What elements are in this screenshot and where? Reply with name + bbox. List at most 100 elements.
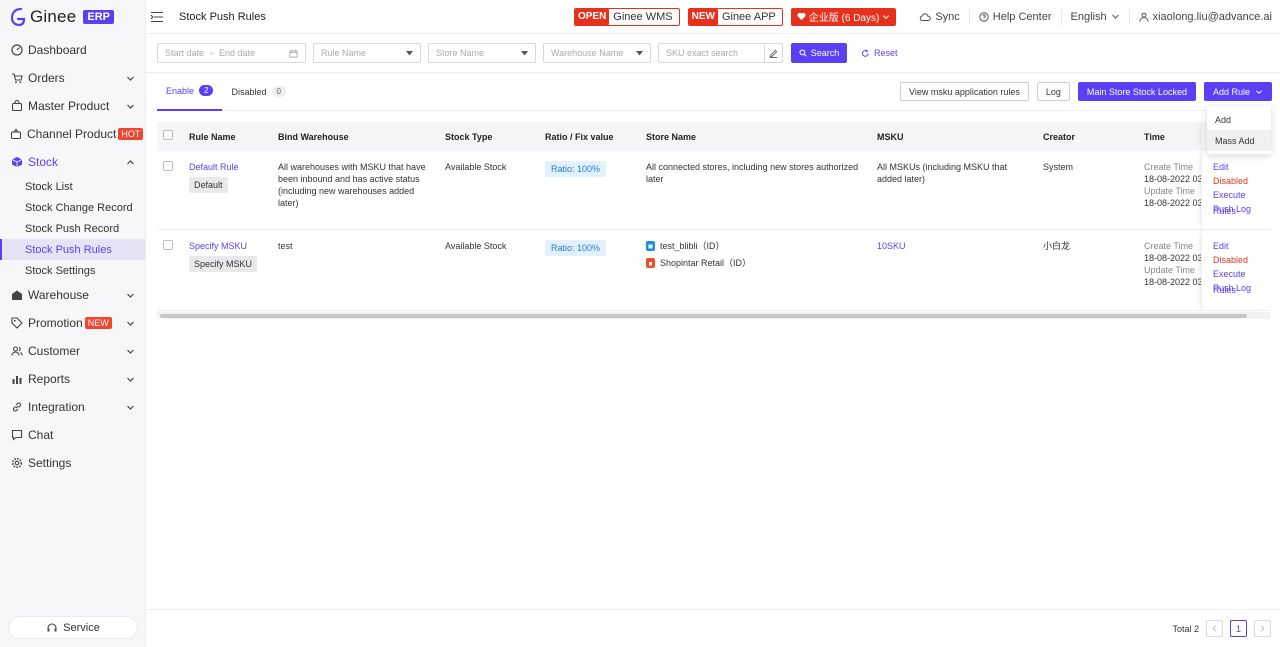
- operations-cell: Edit Disabled Execute Rules Push Log: [1201, 230, 1270, 310]
- sidebar-item-promotion[interactable]: Promotion NEW: [0, 309, 145, 337]
- search-icon: [799, 49, 807, 57]
- view-msku-rules-button[interactable]: View msku application rules: [899, 82, 1029, 101]
- edit-icon[interactable]: [764, 44, 782, 62]
- scrollbar-thumb[interactable]: [160, 314, 1247, 318]
- tab-enable[interactable]: Enable 2: [157, 73, 223, 111]
- menu-item-mass-add[interactable]: Mass Add: [1207, 130, 1271, 151]
- push-log-link[interactable]: Push Log: [1213, 201, 1270, 217]
- service-button[interactable]: Service: [8, 616, 138, 639]
- sidebar-item-dashboard[interactable]: Dashboard: [0, 36, 145, 64]
- sidebar-label: Orders: [28, 71, 65, 85]
- user-icon: [1139, 12, 1149, 22]
- page-button[interactable]: 1: [1230, 620, 1247, 637]
- tab-count: 0: [271, 86, 286, 97]
- rule-name-select[interactable]: Rule Name: [313, 43, 421, 63]
- column-header: MSKU: [877, 131, 904, 142]
- push-log-link[interactable]: Push Log: [1213, 280, 1270, 296]
- sidebar-label: Master Product: [28, 99, 110, 113]
- ginee-wms-button[interactable]: OPEN Ginee WMS: [573, 7, 680, 26]
- sidebar-subitem-stock-push-rules[interactable]: Stock Push Rules: [0, 239, 145, 260]
- rule-name-link[interactable]: Specify MSKU: [189, 240, 278, 252]
- language-select[interactable]: English: [1062, 8, 1130, 25]
- column-header: Time: [1144, 131, 1165, 142]
- store-name-select[interactable]: Store Name: [428, 43, 536, 63]
- link-icon: [10, 401, 23, 414]
- caret-down-icon: [406, 50, 413, 55]
- sidebar-item-stock[interactable]: Stock: [0, 148, 145, 176]
- sidebar: Ginee ERP Dashboard Orders Master Produc…: [0, 0, 146, 647]
- tab-disabled[interactable]: Disabled 0: [222, 73, 294, 111]
- horizontal-scrollbar[interactable]: [157, 312, 1270, 319]
- sidebar-subitem-stock-settings[interactable]: Stock Settings: [0, 260, 145, 281]
- sidebar-subitem-stock-change-record[interactable]: Stock Change Record: [0, 197, 145, 218]
- add-rule-button[interactable]: Add Rule: [1203, 82, 1272, 101]
- app-label: Ginee APP: [721, 10, 776, 23]
- row-checkbox[interactable]: [163, 240, 173, 250]
- rule-name-link[interactable]: Default Rule: [189, 161, 278, 173]
- prev-page-button[interactable]: [1206, 620, 1223, 637]
- sidebar-label: Stock: [28, 155, 59, 169]
- select-all-checkbox[interactable]: [163, 130, 173, 140]
- sidebar-label: Warehouse: [28, 288, 89, 302]
- enterprise-plan-button[interactable]: 企业版 (6 Days): [790, 7, 897, 26]
- channel-icon: [10, 128, 22, 141]
- ginee-app-button[interactable]: NEW Ginee APP: [687, 7, 783, 26]
- stock-type-cell: Available Stock: [445, 162, 507, 172]
- next-page-button[interactable]: [1254, 620, 1271, 637]
- sidebar-item-warehouse[interactable]: Warehouse: [0, 281, 145, 309]
- store-entry: test_blibli（ID）: [646, 240, 869, 252]
- ratio-cell: Ratio: 100%: [545, 230, 646, 310]
- chevron-left-icon: [1212, 625, 1217, 632]
- store-name-placeholder: Store Name: [436, 48, 485, 58]
- sidebar-item-chat[interactable]: Chat: [0, 421, 145, 449]
- bind-warehouse-cell: test: [278, 241, 293, 251]
- new-tag: NEW: [688, 8, 718, 25]
- reset-icon: [862, 49, 869, 57]
- brand-name: Ginee: [30, 7, 77, 26]
- rules-table: Rule Name Bind Warehouse Stock Type Rati…: [157, 122, 1270, 311]
- column-header: Stock Type: [445, 131, 493, 142]
- search-button[interactable]: Search: [791, 43, 847, 63]
- msku-cell: All MSKUs (including MSKU that added lat…: [877, 162, 1008, 184]
- sidebar-subitem-stock-list[interactable]: Stock List: [0, 176, 145, 197]
- help-label: Help Center: [992, 10, 1052, 23]
- row-checkbox[interactable]: [163, 161, 173, 171]
- sidebar-item-orders[interactable]: Orders: [0, 64, 145, 92]
- logo[interactable]: Ginee ERP: [0, 0, 145, 34]
- chevron-down-icon: [1111, 14, 1119, 19]
- sidebar-item-integration[interactable]: Integration: [0, 393, 145, 421]
- rule-name-placeholder: Rule Name: [321, 48, 367, 58]
- main-nav: Dashboard Orders Master Product Channel …: [0, 34, 145, 477]
- sidebar-item-master-product[interactable]: Master Product: [0, 92, 145, 120]
- sku-search-input[interactable]: SKU exact search: [658, 43, 783, 63]
- menu-item-add[interactable]: Add: [1207, 109, 1271, 130]
- menu-fold-icon[interactable]: [150, 11, 164, 23]
- brand-badge: ERP: [83, 10, 114, 24]
- user-menu[interactable]: xiaolong.liu@advance.ai: [1130, 9, 1280, 25]
- sidebar-subitem-stock-push-record[interactable]: Stock Push Record: [0, 218, 145, 239]
- reset-button[interactable]: Reset: [861, 48, 898, 58]
- rule-tag: Specify MSKU: [189, 256, 258, 272]
- sidebar-item-customer[interactable]: Customer: [0, 337, 145, 365]
- help-center-link[interactable]: Help Center: [970, 8, 1062, 25]
- log-button[interactable]: Log: [1036, 82, 1070, 101]
- end-date-placeholder: End date: [219, 48, 256, 58]
- top-right-group: OPEN Ginee WMS NEW Ginee APP 企业版 (6 Days…: [573, 0, 1280, 33]
- sidebar-label: Settings: [28, 456, 72, 470]
- add-rule-menu: Add Mass Add: [1207, 106, 1271, 154]
- chevron-down-icon: [127, 76, 134, 81]
- main-store-stock-locked-button[interactable]: Main Store Stock Locked: [1077, 82, 1196, 101]
- time-cell: Create Time 18-08-2022 03 Update Time 18…: [1144, 230, 1201, 310]
- date-range-picker[interactable]: Start date - End date: [157, 43, 306, 63]
- sidebar-item-settings[interactable]: Settings: [0, 449, 145, 477]
- tab-label: Enable: [166, 85, 195, 96]
- chevron-down-icon: [883, 14, 890, 19]
- sidebar-item-reports[interactable]: Reports: [0, 365, 145, 393]
- shopee-store-icon: [646, 258, 655, 268]
- store-name: test_blibli（ID）: [660, 241, 725, 251]
- warehouse-name-select[interactable]: Warehouse Name: [543, 43, 651, 63]
- msku-link[interactable]: 10SKU: [877, 241, 906, 251]
- sync-label: Sync: [935, 10, 960, 23]
- sidebar-item-channel-product[interactable]: Channel Product HOT: [0, 120, 145, 148]
- sync-button[interactable]: Sync: [910, 8, 970, 25]
